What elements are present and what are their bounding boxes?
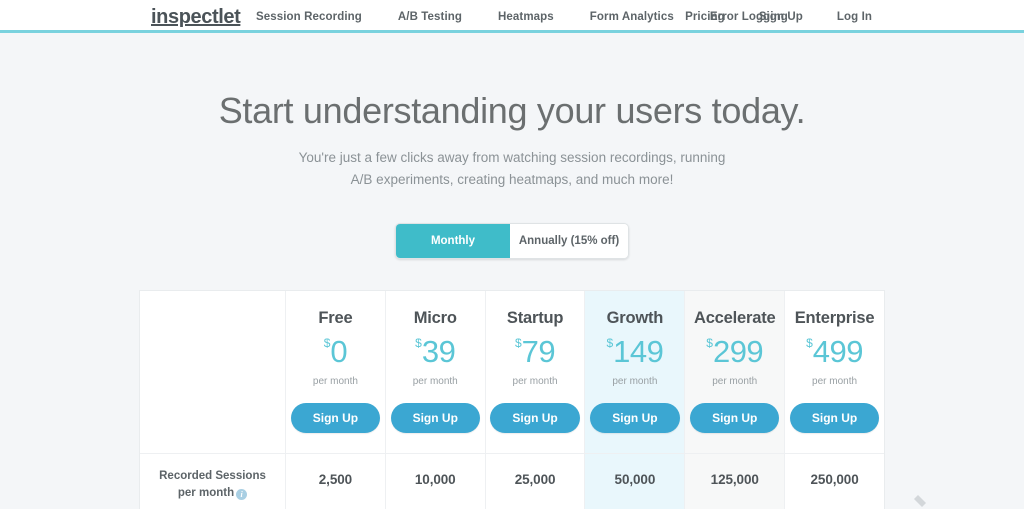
plan-price: $149 bbox=[585, 336, 684, 367]
plan-column-free: Free $0 per month Sign Up bbox=[286, 291, 386, 453]
nav-item-heatmaps[interactable]: Heatmaps bbox=[498, 11, 554, 23]
nav-item-pricing[interactable]: Pricing bbox=[685, 11, 725, 23]
plan-column-accelerate: Accelerate $299 per month Sign Up bbox=[685, 291, 786, 453]
price-amount: 79 bbox=[521, 334, 556, 369]
pricing-header-row: Free $0 per month Sign Up Micro $39 per … bbox=[140, 291, 884, 453]
price-amount: 499 bbox=[812, 334, 864, 369]
cursor-pointer-icon bbox=[914, 495, 926, 507]
plan-column-growth: Growth $149 per month Sign Up bbox=[585, 291, 686, 453]
feature-name-line1: Recorded Sessions bbox=[159, 470, 266, 482]
page-title: Start understanding your users today. bbox=[218, 90, 806, 131]
plan-period: per month bbox=[312, 376, 358, 387]
feature-value: 125,000 bbox=[710, 472, 759, 487]
price-amount: 0 bbox=[330, 334, 348, 369]
site-header: inspectlet Session Recording A/B Testing… bbox=[0, 0, 1024, 33]
hero-subtitle-line1: You're just a few clicks away from watch… bbox=[298, 150, 726, 165]
plan-name: Enterprise bbox=[794, 309, 875, 327]
plan-name: Accelerate bbox=[693, 309, 776, 327]
plan-header: Free $0 per month Sign Up bbox=[286, 291, 385, 453]
plan-period: per month bbox=[812, 376, 858, 387]
signup-button[interactable]: Sign Up bbox=[390, 403, 480, 433]
plan-header: Accelerate $299 per month Sign Up bbox=[685, 291, 784, 453]
hero-subtitle: You're just a few clicks away from watch… bbox=[0, 147, 1024, 191]
plan-column-enterprise: Enterprise $499 per month Sign Up bbox=[785, 291, 884, 453]
feature-value-cell-growth: 50,000 bbox=[585, 454, 686, 509]
feature-value: 25,000 bbox=[514, 472, 556, 487]
currency-symbol: $ bbox=[514, 336, 522, 350]
feature-value: 50,000 bbox=[614, 472, 656, 487]
plan-name: Growth bbox=[606, 309, 664, 327]
signup-button[interactable]: Sign Up bbox=[290, 403, 381, 433]
feature-name-recorded-sessions: Recorded Sessions per month i bbox=[140, 454, 285, 509]
billing-toggle-wrapper: Monthly Annually (15% off) bbox=[0, 223, 1024, 259]
signup-button[interactable]: Sign Up bbox=[690, 403, 780, 433]
feature-value-cell-micro: 10,000 bbox=[386, 454, 486, 509]
plan-column-micro: Micro $39 per month Sign Up bbox=[386, 291, 486, 453]
info-icon[interactable]: i bbox=[236, 489, 248, 500]
feature-value-cell-enterprise: 250,000 bbox=[785, 454, 884, 509]
signup-button[interactable]: Sign Up bbox=[490, 403, 580, 433]
plan-name: Micro bbox=[413, 309, 457, 327]
signup-button[interactable]: Sign Up bbox=[789, 403, 880, 433]
secondary-navigation: Pricing Sign Up Log In bbox=[651, 0, 872, 33]
plan-column-startup: Startup $79 per month Sign Up bbox=[486, 291, 586, 453]
table-row: Recorded Sessions per month i 2,500 10,00… bbox=[140, 453, 884, 509]
price-amount: 149 bbox=[613, 334, 664, 369]
toggle-option-monthly[interactable]: Monthly bbox=[396, 224, 510, 258]
toggle-option-annually[interactable]: Annually (15% off) bbox=[510, 224, 628, 258]
feature-value-cell-accelerate: 125,000 bbox=[685, 454, 786, 509]
hero-subtitle-line2: A/B experiments, creating heatmaps, and … bbox=[350, 172, 674, 187]
plan-period: per month bbox=[412, 376, 458, 387]
plan-price: $499 bbox=[785, 336, 884, 367]
nav-item-sign-up[interactable]: Sign Up bbox=[759, 11, 803, 23]
plan-price: $79 bbox=[486, 336, 585, 367]
feature-name-line2: per month bbox=[177, 487, 235, 499]
pricing-table: Free $0 per month Sign Up Micro $39 per … bbox=[139, 290, 885, 509]
plan-price: $299 bbox=[685, 336, 784, 367]
hero-section: Start understanding your users today. Yo… bbox=[0, 33, 1024, 191]
nav-item-ab-testing[interactable]: A/B Testing bbox=[398, 11, 462, 23]
plan-price: $39 bbox=[386, 336, 485, 367]
plan-header: Growth $149 per month Sign Up bbox=[585, 291, 684, 453]
price-amount: 299 bbox=[712, 334, 764, 369]
feature-value-cell-free: 2,500 bbox=[286, 454, 386, 509]
currency-symbol: $ bbox=[806, 336, 813, 350]
plan-header: Startup $79 per month Sign Up bbox=[486, 291, 585, 453]
feature-value-cell-startup: 25,000 bbox=[486, 454, 586, 509]
plan-name: Free bbox=[318, 309, 353, 327]
logo[interactable]: inspectlet bbox=[151, 5, 241, 29]
feature-label-cell: Recorded Sessions per month i bbox=[140, 454, 286, 509]
nav-item-session-recording[interactable]: Session Recording bbox=[256, 11, 362, 23]
feature-value: 250,000 bbox=[810, 472, 859, 487]
feature-value: 2,500 bbox=[318, 472, 353, 487]
plan-price: $0 bbox=[286, 336, 385, 367]
pricing-header-spacer bbox=[140, 291, 286, 453]
plan-header: Micro $39 per month Sign Up bbox=[386, 291, 485, 453]
price-amount: 39 bbox=[421, 334, 456, 369]
plan-header: Enterprise $499 per month Sign Up bbox=[785, 291, 884, 453]
plan-period: per month bbox=[512, 376, 558, 387]
plan-period: per month bbox=[712, 376, 758, 387]
feature-value: 10,000 bbox=[414, 472, 456, 487]
currency-symbol: $ bbox=[706, 336, 713, 350]
plan-name: Startup bbox=[506, 309, 564, 327]
signup-button[interactable]: Sign Up bbox=[590, 403, 680, 433]
plan-period: per month bbox=[612, 376, 658, 387]
billing-toggle[interactable]: Monthly Annually (15% off) bbox=[395, 223, 629, 259]
nav-item-log-in[interactable]: Log In bbox=[837, 11, 872, 23]
currency-symbol: $ bbox=[415, 336, 422, 350]
